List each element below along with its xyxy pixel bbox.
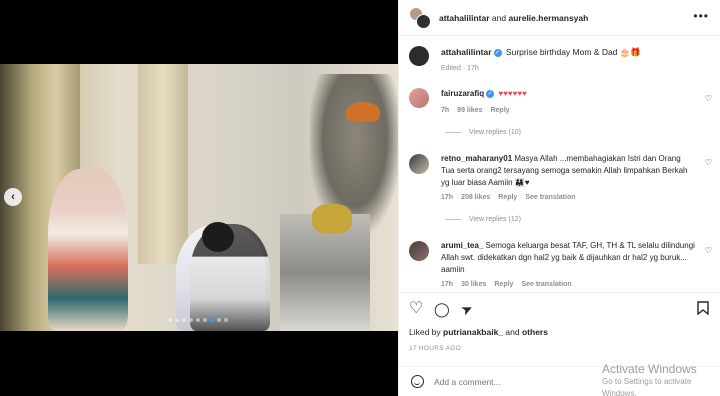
share-send-icon[interactable]: ➤ bbox=[458, 299, 475, 318]
see-translation-button[interactable]: See translation bbox=[525, 194, 575, 201]
liked-by-others[interactable]: others bbox=[522, 327, 548, 337]
liked-by-summary: Liked by putrianakbaik_ and others bbox=[409, 327, 548, 337]
comment-username[interactable]: retno_maharany01 bbox=[441, 154, 512, 163]
activate-windows-watermark: Activate Windows Go to Settings to activ… bbox=[602, 362, 720, 396]
comment-input[interactable] bbox=[434, 376, 584, 387]
comment-age: 17h bbox=[441, 281, 454, 288]
comment-text: ♥♥♥♥♥♥ bbox=[498, 89, 527, 98]
photo-statue-hat bbox=[346, 102, 380, 122]
watermark-subtitle: Go to Settings to activate Windows. bbox=[602, 377, 692, 396]
carousel-dot bbox=[210, 318, 214, 322]
carousel-dot bbox=[217, 318, 221, 322]
see-translation-button[interactable]: See translation bbox=[521, 281, 571, 288]
comment-reply-button[interactable]: Reply bbox=[498, 194, 517, 201]
comment-like-icon[interactable]: ♡ bbox=[705, 246, 712, 255]
comment-meta: 17h 30 likes Reply See translation bbox=[441, 281, 580, 288]
emoji-icon[interactable] bbox=[411, 375, 424, 388]
collab-avatar[interactable] bbox=[409, 6, 431, 29]
carousel-dot bbox=[196, 318, 200, 322]
header-usernames: attahalilintar and aurelie.hermansyah bbox=[439, 13, 588, 23]
photo-cake-topper bbox=[312, 204, 352, 234]
view-replies-label: View replies (10) bbox=[469, 129, 522, 136]
avatar[interactable] bbox=[409, 154, 429, 174]
divider bbox=[445, 219, 461, 220]
photo-head bbox=[202, 222, 234, 252]
comment: fairuzarafiq ✓ ♥♥♥♥♥♥ bbox=[441, 88, 696, 100]
photo-person-left bbox=[48, 169, 128, 331]
chevron-left-icon[interactable]: ‹ bbox=[4, 188, 22, 206]
post-photo[interactable] bbox=[0, 64, 398, 331]
header-username-2[interactable]: aurelie.hermansyah bbox=[508, 13, 588, 23]
comment-like-icon[interactable]: ♡ bbox=[705, 158, 712, 167]
liked-by-prefix: Liked by bbox=[409, 327, 441, 337]
carousel-dots bbox=[168, 318, 228, 322]
comment-reply-button[interactable]: Reply bbox=[490, 107, 509, 114]
edited-label: Edited bbox=[441, 65, 461, 72]
liked-by-user[interactable]: putrianakbaik_ bbox=[443, 327, 503, 337]
comment-reply-button[interactable]: Reply bbox=[494, 281, 513, 288]
liked-by-and: and bbox=[505, 327, 520, 337]
view-replies-label: View replies (12) bbox=[469, 216, 522, 223]
post-header: attahalilintar and aurelie.hermansyah ••… bbox=[399, 0, 720, 36]
carousel-dot bbox=[182, 318, 186, 322]
comment-age: 17h bbox=[441, 194, 454, 201]
carousel-dot bbox=[175, 318, 179, 322]
like-heart-icon[interactable]: ♡ bbox=[409, 301, 423, 317]
post-media-area: ‹ bbox=[0, 0, 398, 396]
comment-bubble-icon[interactable]: ◯ bbox=[434, 301, 450, 317]
caption-age: 17h bbox=[467, 65, 479, 72]
post-caption: attahalilintar ✓ Surprise birthday Mom & … bbox=[441, 47, 706, 58]
carousel-dot bbox=[203, 318, 207, 322]
avatar bbox=[416, 13, 431, 29]
caption-meta: Edited · 17h bbox=[441, 65, 479, 72]
carousel-dot bbox=[189, 318, 193, 322]
verified-badge-icon: ✓ bbox=[486, 89, 495, 98]
avatar[interactable] bbox=[409, 46, 429, 66]
comment-likes[interactable]: 208 likes bbox=[461, 194, 490, 201]
comment-likes[interactable]: 30 likes bbox=[461, 281, 486, 288]
divider bbox=[445, 132, 461, 133]
carousel-dot bbox=[224, 318, 228, 322]
comment-username[interactable]: fairuzarafiq bbox=[441, 89, 484, 98]
post-details-panel: attahalilintar and aurelie.hermansyah ••… bbox=[398, 0, 720, 396]
caption-username[interactable]: attahalilintar bbox=[441, 47, 492, 57]
header-connector: and bbox=[491, 12, 507, 23]
header-username-1[interactable]: attahalilintar bbox=[439, 13, 490, 23]
save-bookmark-icon[interactable] bbox=[697, 301, 709, 318]
caption-text: Surprise birthday Mom & Dad 🎂🎁 bbox=[505, 47, 641, 57]
post-actions-bar: ♡ ◯ ➤ bbox=[399, 292, 720, 326]
photo-curtain-right bbox=[138, 64, 188, 264]
comment: arumi_tea_ Semoga keluarga besat TAF, GH… bbox=[441, 240, 696, 276]
carousel-dot bbox=[168, 318, 172, 322]
view-replies-button[interactable]: View replies (12) bbox=[445, 216, 521, 223]
avatar[interactable] bbox=[409, 88, 429, 108]
avatar[interactable] bbox=[409, 241, 429, 261]
comment-like-icon[interactable]: ♡ bbox=[705, 94, 712, 103]
verified-badge-icon: ✓ bbox=[493, 48, 502, 57]
comment-meta: 17h 208 likes Reply See translation bbox=[441, 194, 584, 201]
comment: retno_maharany01 Masya Allah ...membahag… bbox=[441, 153, 696, 189]
more-horizontal-icon[interactable]: ••• bbox=[693, 10, 709, 22]
comment-meta: 7h 99 likes Reply bbox=[441, 107, 518, 114]
view-replies-button[interactable]: View replies (10) bbox=[445, 129, 521, 136]
comment-age: 7h bbox=[441, 107, 450, 114]
comment-username[interactable]: arumi_tea_ bbox=[441, 241, 483, 250]
watermark-title: Activate Windows bbox=[602, 362, 697, 376]
comment-likes[interactable]: 99 likes bbox=[457, 107, 482, 114]
post-timestamp[interactable]: 17 HOURS AGO bbox=[409, 345, 461, 352]
